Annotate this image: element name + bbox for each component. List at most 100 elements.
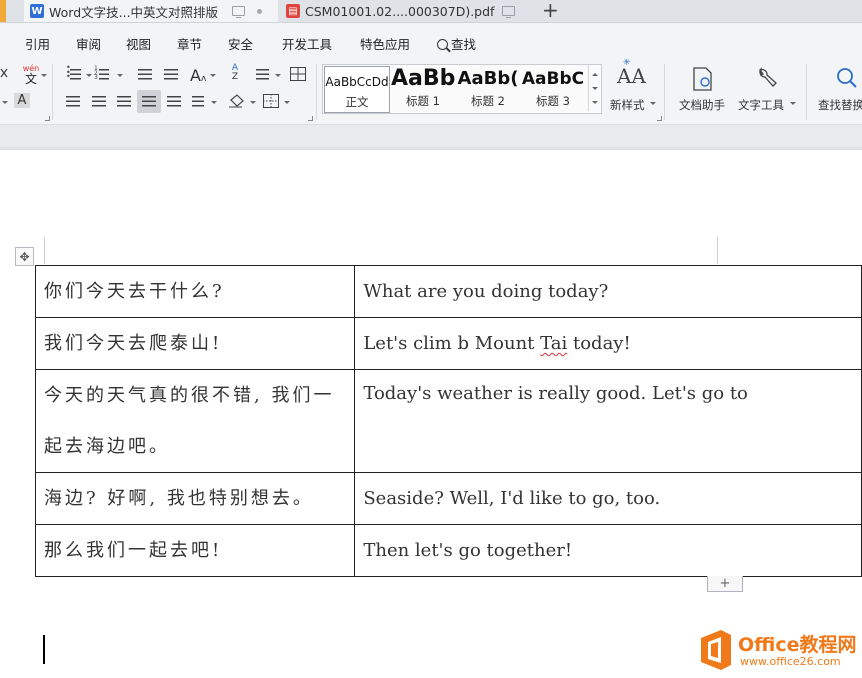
monitor-icon[interactable] [502,6,516,18]
group-divider [316,64,317,120]
tab-word-doc[interactable]: W Word文字技...中英文对照排版 [24,0,278,22]
table-insert-icon[interactable] [290,67,306,81]
table-move-handle-icon[interactable]: ✥ [15,247,34,266]
chevron-down-icon[interactable] [592,87,598,90]
style-caption: 标题 3 [536,94,570,108]
find-replace-icon[interactable] [835,66,859,90]
chevron-down-icon[interactable] [650,102,656,105]
spellcheck-word[interactable]: Tai [540,333,567,354]
char-shading-button[interactable]: A [14,93,30,108]
change-case-button[interactable]: Aʌ [190,66,206,85]
find-replace-button[interactable]: 查找替换 [818,97,862,113]
chevron-down-icon[interactable] [210,74,216,77]
chevron-down-icon[interactable] [790,102,796,105]
chevron-down-icon[interactable] [250,101,256,104]
bilingual-table[interactable]: 你们今天去干什么? What are you doing today? 我们今天… [34,265,862,577]
table-row: 今天的天气真的很不错, 我们一起去海边吧。 Today's weather is… [34,369,862,473]
watermark-title: Office教程网 [738,634,857,656]
align-right-icon [117,96,131,107]
add-row-button[interactable]: + [707,576,743,592]
table-cell-en[interactable]: What are you doing today? [354,265,862,318]
table-cell-en[interactable]: Today's weather is really good. Let's go… [354,369,862,473]
styles-scroll[interactable] [588,65,600,111]
justify-icon [142,96,156,107]
margin-guide [717,237,718,264]
justify-button[interactable] [137,90,161,113]
new-style-button[interactable]: 新样式 [610,97,645,113]
table-cell-zh[interactable]: 你们今天去干什么? [34,265,356,318]
group-divider [52,64,53,120]
line-spacing-icon [256,69,269,80]
text-cursor [43,635,45,664]
new-tab-button[interactable]: + [542,0,559,22]
style-preview: AaBbCcDd [325,75,389,89]
shading-icon[interactable] [228,94,245,108]
chevron-down-icon[interactable] [117,74,123,77]
chevron-down-icon[interactable] [2,101,8,104]
table-row: 那么我们一起去吧! Then let's go together! [34,524,862,577]
style-heading-2[interactable]: AaBb( 标题 2 [457,66,519,111]
chevron-down-icon[interactable] [86,74,92,77]
tab-bar: W Word文字技...中英文对照排版 ▤ CSM01001.02....000… [0,0,862,23]
menu-references[interactable]: 引用 [25,34,50,53]
menu-developer-tools[interactable]: 开发工具 [282,34,332,53]
chevron-up-icon[interactable] [592,73,598,76]
number-marks: 123 [94,65,98,81]
margin-guide [44,237,45,264]
pinyin-guide-button[interactable]: wén 文 [20,64,42,86]
tab-title: CSM01001.02....000307D).pdf [305,3,495,19]
group-divider [664,64,665,120]
close-dot-icon[interactable] [257,8,263,14]
menu-search[interactable]: 查找 [437,34,476,53]
new-style-icon[interactable]: ✳ AA [617,58,646,88]
search-icon [437,39,448,50]
chevron-down-icon[interactable] [275,74,281,77]
font-dialog-launcher[interactable] [45,116,50,121]
align-left-icon [66,96,80,107]
chevron-down-icon[interactable] [211,101,217,104]
borders-icon[interactable] [263,94,279,108]
table-cell-en[interactable]: Seaside? Well, I'd like to go, too. [354,472,862,525]
text-tools-button[interactable]: 文字工具 [738,97,784,113]
sort-button[interactable]: AZ [228,64,242,82]
monitor-icon[interactable] [232,6,246,18]
chevron-down-icon[interactable] [41,74,47,77]
document-assistant-button[interactable]: 文档助手 [679,97,725,113]
wps-writer-icon: W [30,4,44,18]
menu-security[interactable]: 安全 [228,34,253,53]
table-cell-zh[interactable]: 今天的天气真的很不错, 我们一起去海边吧。 [34,369,356,473]
distributed-icon [167,96,181,107]
menu-chapter[interactable]: 章节 [177,34,202,53]
table-cell-en[interactable]: Let's clim b Mount Tai today! [354,317,862,370]
style-heading-1[interactable]: AaBb 标题 1 [391,66,455,111]
bullet-dots: • • • [66,63,71,81]
style-preview: AaBbC [521,69,585,89]
table-cell-zh[interactable]: 我们今天去爬泰山! [34,317,356,370]
indent-icon [164,69,178,80]
tab-pdf[interactable]: ▤ CSM01001.02....000307D).pdf [280,0,534,22]
wrench-icon[interactable] [756,66,778,90]
table-cell-zh[interactable]: 海边? 好啊, 我也特别想去。 [34,472,356,525]
clear-format-icon[interactable] [0,67,12,79]
tab-bar-edge [0,0,6,22]
align-center-icon [92,96,106,107]
pinyin-char: 文 [24,72,37,86]
chevron-down-icon[interactable] [284,101,290,104]
style-caption: 标题 1 [406,94,440,108]
table-cell-en[interactable]: Then let's go together! [354,524,862,577]
spacing-icon [192,96,204,107]
ribbon-shadow [0,124,862,151]
styles-dialog-launcher[interactable] [657,116,662,121]
pdf-icon: ▤ [286,4,300,18]
tab-title: Word文字技...中英文对照排版 [49,4,219,20]
style-normal[interactable]: AaBbCcDd 正文 [324,66,390,113]
chevron-down-icon[interactable] [592,101,598,104]
menu-review[interactable]: 审阅 [76,34,101,53]
numbered-list-icon [99,69,109,80]
paragraph-dialog-launcher[interactable] [308,116,313,121]
document-assistant-icon[interactable] [692,66,714,92]
menu-view[interactable]: 视图 [126,34,151,53]
style-heading-3[interactable]: AaBbC 标题 3 [521,66,585,111]
menu-special-apps[interactable]: 特色应用 [360,34,410,53]
table-cell-zh[interactable]: 那么我们一起去吧! [34,524,356,577]
